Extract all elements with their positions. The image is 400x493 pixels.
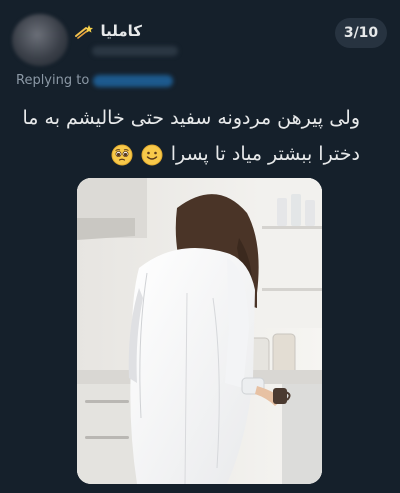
username-handle [92,46,178,56]
tweet-text: ولی پیرهن مردونه سفید حتی خالیشم به ما د… [20,100,360,172]
slightly-smiling-face-icon [141,144,163,165]
comet-icon [75,25,94,39]
page-indicator: 3/10 [335,18,387,48]
display-name[interactable]: کاملیا [74,22,142,40]
kitchen-photo-icon [77,178,322,484]
tweet-image[interactable] [77,178,322,484]
pleading-face-icon [111,144,133,165]
avatar[interactable] [12,14,68,66]
tweet-line-text: دخترا ببشتر میاد تا پسرا [170,143,360,165]
tweet-line: دخترا ببشتر میاد تا پسرا [20,136,360,172]
reply-handle[interactable] [93,74,174,87]
tweet-line-text: ولی پیرهن مردونه سفید حتی خالیشم به ما [22,107,360,129]
tweet-line: ولی پیرهن مردونه سفید حتی خالیشم به ما [20,100,360,136]
tweet-header: کاملیا 3/10 [0,12,400,70]
reply-row: Replying to [16,73,174,88]
replying-to-label: Replying to [16,73,90,88]
display-name-text: کاملیا [100,22,142,40]
